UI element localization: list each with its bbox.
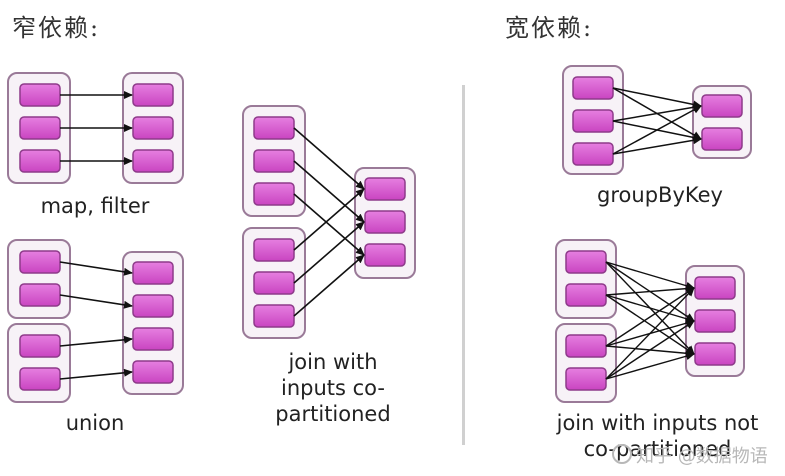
dependency-arrow — [605, 320, 695, 380]
partition — [572, 109, 614, 133]
caption-line: inputs co- — [281, 376, 385, 400]
partition — [572, 76, 614, 100]
map-filter-caption: map, filter — [40, 194, 150, 218]
partition — [694, 276, 736, 300]
partition — [364, 210, 406, 234]
partition — [19, 83, 61, 107]
partition — [132, 116, 174, 140]
dependency-arrow — [605, 284, 695, 296]
zhihu-logo-icon — [612, 444, 632, 464]
partition — [572, 142, 614, 166]
partition — [19, 283, 61, 307]
caption-line: partitioned — [275, 402, 391, 426]
join-co-partitioned-diagram — [242, 105, 416, 339]
groupbykey-diagram — [562, 65, 752, 175]
partition — [19, 334, 61, 358]
partition — [19, 367, 61, 391]
partition — [253, 271, 295, 295]
partition — [253, 182, 295, 206]
union-caption: union — [65, 411, 125, 435]
partition — [565, 334, 607, 358]
partition — [132, 360, 174, 384]
partition — [19, 250, 61, 274]
caption-line: join with inputs not — [556, 411, 759, 435]
caption-line: join with — [288, 350, 378, 374]
watermark: 知乎 @数据物语 — [612, 442, 768, 468]
partition — [19, 116, 61, 140]
partition — [565, 250, 607, 274]
dependency-arrow — [612, 87, 702, 109]
dependency-arrow — [605, 287, 695, 380]
partition — [694, 309, 736, 333]
partition — [253, 149, 295, 173]
map-filter-diagram — [7, 72, 184, 184]
watermark-text: 知乎 @数据物语 — [636, 446, 768, 467]
join-co-partitioned-caption: join with inputs co- partitioned — [258, 349, 408, 427]
partition — [19, 149, 61, 173]
partition — [701, 94, 743, 118]
partition — [701, 127, 743, 151]
partition — [364, 177, 406, 201]
partition — [132, 83, 174, 107]
partition — [253, 304, 295, 328]
partition — [565, 367, 607, 391]
partition — [132, 327, 174, 351]
partition — [132, 294, 174, 318]
partition — [253, 116, 295, 140]
partition — [132, 261, 174, 285]
partition — [364, 243, 406, 267]
join-not-co-partitioned-diagram — [555, 239, 745, 403]
partition — [132, 149, 174, 173]
dependency-arrow — [605, 352, 695, 380]
union-diagram — [7, 239, 184, 403]
partition — [253, 238, 295, 262]
groupbykey-caption: groupByKey — [597, 183, 723, 207]
partition — [565, 283, 607, 307]
partition — [694, 342, 736, 366]
